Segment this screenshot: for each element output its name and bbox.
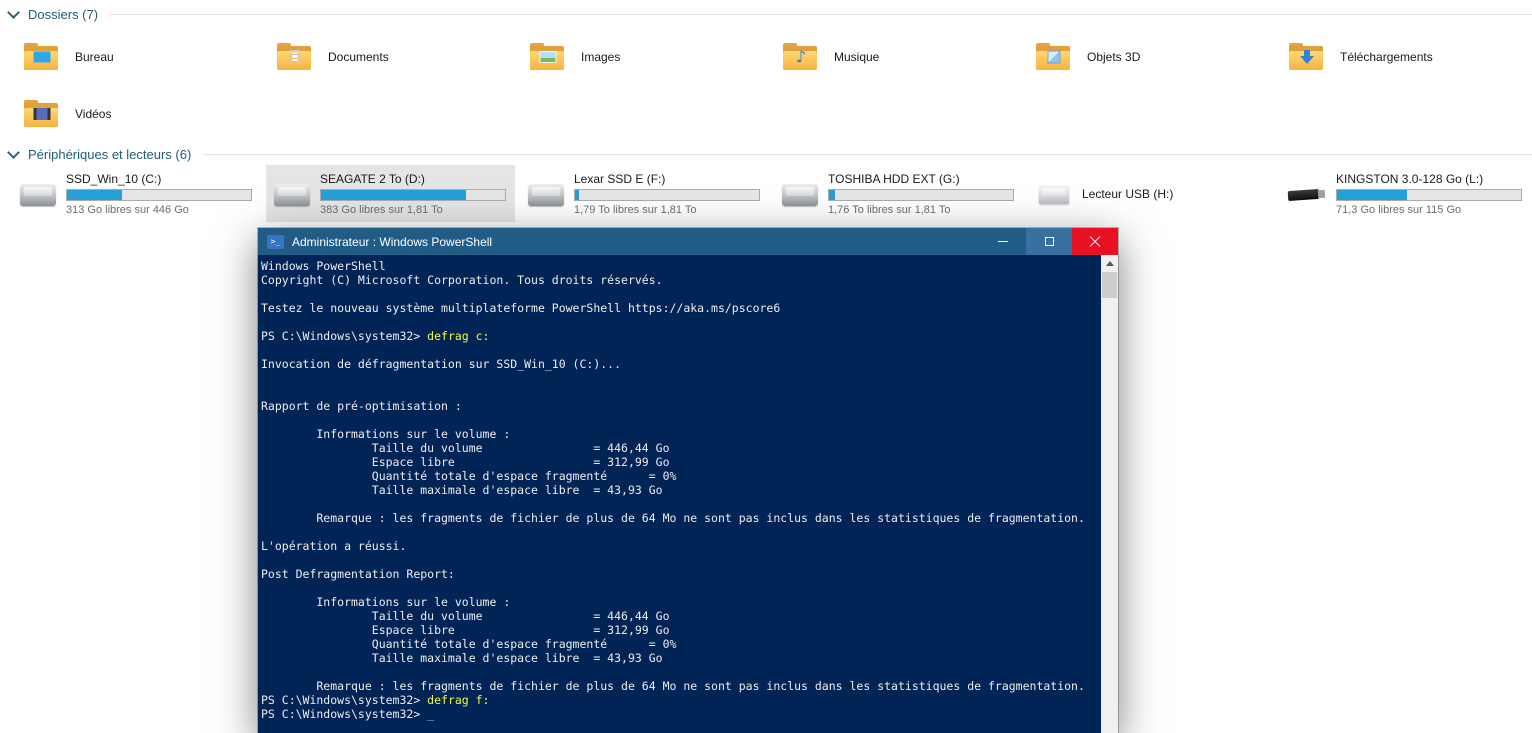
drive-item-f[interactable]: Lexar SSD E (F:) 1,79 To libres sur 1,81… [520,165,769,222]
drive-name: SEAGATE 2 To (D:) [320,171,425,186]
minimize-icon [998,241,1008,242]
folder-icon [1289,43,1325,70]
folder-label: Images [581,49,621,64]
drive-free-space: 1,79 To libres sur 1,81 To [574,203,697,216]
window-title: Administrateur : Windows PowerShell [292,234,493,249]
drive-free-space: 313 Go libres sur 446 Go [66,203,189,216]
folder-label: Vidéos [75,106,112,121]
drive-name: Lexar SSD E (F:) [574,171,666,186]
drive-name: TOSHIBA HDD EXT (G:) [828,171,960,186]
drives-group-header: Périphériques et lecteurs (6) [0,144,1532,164]
powershell-titlebar[interactable]: Administrateur : Windows PowerShell [258,228,1118,255]
folder-icon [783,43,819,70]
drive-name: SSD_Win_10 (C:) [66,171,162,186]
drive-free-space: 71,3 Go libres sur 115 Go [1336,203,1462,216]
group-divider [203,153,1532,155]
folder-label: Bureau [75,49,114,64]
downloads-folder-icon [1304,50,1310,56]
close-icon [1089,236,1101,248]
hard-drive-icon [780,180,820,208]
powershell-console[interactable]: Windows PowerShell Copyright (C) Microsof… [258,255,1118,733]
pictures-folder-icon [539,51,557,63]
drive-usage-fill [575,189,579,200]
usb-stick-icon [1288,180,1328,208]
folder-label: Documents [328,49,389,64]
drive-name: Lecteur USB (H:) [1082,186,1174,201]
3d-objects-folder-icon [1047,50,1061,64]
folders-group-label[interactable]: Dossiers (7) [28,7,98,22]
documents-folder-icon [289,50,301,64]
usb-drive-icon [1037,182,1071,206]
drive-item-c[interactable]: SSD_Win_10 (C:) 313 Go libres sur 446 Go [12,165,261,222]
desktop-folder-icon [33,51,51,63]
drive-item-h[interactable]: Lecteur USB (H:) [1028,165,1277,222]
folder-item-bureau[interactable]: Bureau [16,28,269,85]
scroll-up-icon [1105,257,1114,266]
drive-usage-fill [829,189,835,200]
drive-usage-fill [1337,189,1407,200]
drive-free-space: 1,76 To libres sur 1,81 To [828,203,951,216]
maximize-button[interactable] [1026,228,1072,255]
folder-label: Téléchargements [1340,49,1433,64]
folders-group-header: Dossiers (7) [0,4,1532,24]
folder-icon [24,100,60,127]
music-folder-icon [796,47,806,67]
close-button[interactable] [1072,228,1118,255]
drives-group-label[interactable]: Périphériques et lecteurs (6) [28,147,191,162]
drive-item-g[interactable]: TOSHIBA HDD EXT (G:) 1,76 To libres sur … [774,165,1023,222]
minimize-button[interactable] [980,228,1026,255]
hard-drive-icon [272,180,312,208]
drive-usage-bar [66,188,252,201]
folder-item-documents[interactable]: Documents [269,28,522,85]
videos-folder-icon [33,108,51,120]
scrollbar-thumb[interactable] [1102,272,1117,298]
drives-grid: SSD_Win_10 (C:) 313 Go libres sur 446 Go… [12,165,1532,224]
chevron-down-icon[interactable] [7,145,20,159]
folder-item-images[interactable]: Images [522,28,775,85]
folder-item-musique[interactable]: Musique [775,28,1028,85]
folder-item-telechargements[interactable]: Téléchargements [1281,28,1532,85]
folder-label: Musique [834,49,880,64]
folder-label: Objets 3D [1087,49,1141,64]
powershell-icon [267,234,284,249]
drive-item-l[interactable]: KINGSTON 3.0-128 Go (L:) 71,3 Go libres … [1282,165,1531,222]
folders-grid: Bureau Documents Images Musique [16,28,1532,142]
drive-usage-bar [1336,188,1522,201]
drive-name: KINGSTON 3.0-128 Go (L:) [1336,171,1484,186]
drive-usage-bar [574,188,760,201]
folder-icon [1036,43,1072,70]
console-output: Windows PowerShell Copyright (C) Microsof… [261,259,1085,721]
folder-icon [530,43,566,70]
drive-usage-fill [321,189,467,200]
folder-item-videos[interactable]: Vidéos [16,85,269,142]
maximize-icon [1044,237,1054,246]
folder-item-objets-3d[interactable]: Objets 3D [1028,28,1281,85]
drive-usage-fill [67,189,123,200]
powershell-window: Administrateur : Windows PowerShell Wind… [258,228,1118,733]
hard-drive-icon [18,180,58,208]
drive-usage-bar [320,188,506,201]
chevron-down-icon[interactable] [7,5,20,19]
folder-icon [24,43,60,70]
scrollbar-up-button[interactable] [1101,255,1118,272]
drive-item-d[interactable]: SEAGATE 2 To (D:) 383 Go libres sur 1,81… [266,165,515,222]
folder-icon [277,43,313,70]
group-divider [110,13,1532,15]
drive-free-space: 383 Go libres sur 1,81 To [320,203,443,216]
drive-usage-bar [828,188,1014,201]
hard-drive-icon [526,180,566,208]
console-scrollbar[interactable] [1101,255,1118,733]
